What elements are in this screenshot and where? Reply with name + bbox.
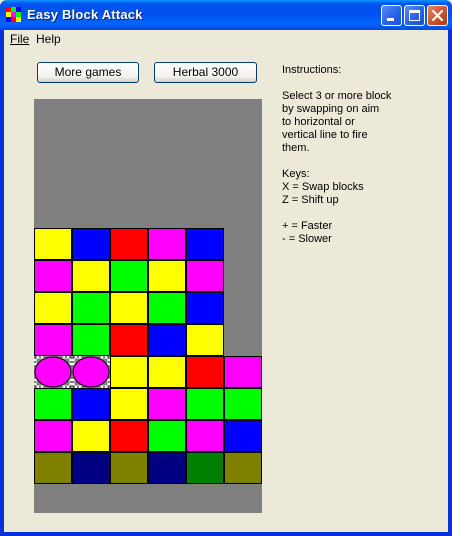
block[interactable] bbox=[148, 324, 186, 356]
block[interactable] bbox=[186, 356, 224, 388]
block[interactable] bbox=[186, 388, 224, 420]
menu-help[interactable]: Help bbox=[32, 32, 65, 47]
menu-help-label: Help bbox=[36, 32, 61, 46]
window-title: Easy Block Attack bbox=[27, 7, 143, 22]
app-icon bbox=[6, 7, 22, 23]
block[interactable] bbox=[224, 388, 262, 420]
block[interactable] bbox=[148, 356, 186, 388]
maximize-icon bbox=[409, 10, 420, 21]
block[interactable] bbox=[72, 420, 110, 452]
instructions-heading: Instructions: bbox=[282, 64, 342, 76]
block[interactable] bbox=[110, 388, 148, 420]
block[interactable] bbox=[34, 292, 72, 324]
minimize-icon bbox=[387, 18, 394, 21]
game-board[interactable] bbox=[33, 99, 262, 513]
herbal-3000-button[interactable]: Herbal 3000 bbox=[154, 62, 257, 83]
instructions-panel: Instructions: Select 3 or more block by … bbox=[282, 64, 442, 259]
maximize-button[interactable] bbox=[404, 5, 425, 26]
menu-file[interactable]: File bbox=[6, 32, 33, 47]
block[interactable] bbox=[34, 420, 72, 452]
block[interactable] bbox=[148, 260, 186, 292]
block[interactable] bbox=[72, 228, 110, 260]
application-window: Easy Block Attack File Help More games H… bbox=[0, 0, 452, 536]
close-icon bbox=[431, 9, 444, 22]
block[interactable] bbox=[186, 228, 224, 260]
incoming-block[interactable] bbox=[72, 452, 110, 484]
block[interactable] bbox=[186, 260, 224, 292]
incoming-block[interactable] bbox=[110, 452, 148, 484]
block[interactable] bbox=[34, 260, 72, 292]
minimize-button[interactable] bbox=[381, 5, 402, 26]
block[interactable] bbox=[186, 292, 224, 324]
menu-bar: File Help bbox=[4, 30, 448, 49]
incoming-block[interactable] bbox=[186, 452, 224, 484]
close-button[interactable] bbox=[427, 5, 448, 26]
swap-cursor-block[interactable] bbox=[71, 355, 111, 389]
more-games-button[interactable]: More games bbox=[37, 62, 139, 83]
block[interactable] bbox=[72, 292, 110, 324]
block[interactable] bbox=[110, 324, 148, 356]
block[interactable] bbox=[72, 260, 110, 292]
title-bar[interactable]: Easy Block Attack bbox=[0, 0, 452, 30]
swap-cursor-block[interactable] bbox=[33, 355, 73, 389]
block[interactable] bbox=[110, 228, 148, 260]
block[interactable] bbox=[34, 228, 72, 260]
block[interactable] bbox=[72, 324, 110, 356]
swap-cursor-icon bbox=[71, 355, 111, 389]
block[interactable] bbox=[148, 228, 186, 260]
swap-cursor-icon bbox=[33, 355, 73, 389]
block[interactable] bbox=[110, 292, 148, 324]
block[interactable] bbox=[110, 260, 148, 292]
block[interactable] bbox=[224, 356, 262, 388]
incoming-block[interactable] bbox=[148, 452, 186, 484]
block[interactable] bbox=[148, 388, 186, 420]
instructions-speed: + = Faster - = Slower bbox=[282, 220, 333, 245]
instructions-body: Select 3 or more block by swapping on ai… bbox=[282, 90, 392, 154]
block[interactable] bbox=[34, 388, 72, 420]
block[interactable] bbox=[186, 324, 224, 356]
client-area: File Help More games Herbal 3000 Instruc… bbox=[4, 30, 448, 532]
menu-file-label: File bbox=[10, 32, 30, 46]
block[interactable] bbox=[110, 420, 148, 452]
block[interactable] bbox=[148, 292, 186, 324]
block[interactable] bbox=[186, 420, 224, 452]
block[interactable] bbox=[224, 420, 262, 452]
incoming-block[interactable] bbox=[34, 452, 72, 484]
window-frame-bottom bbox=[0, 532, 452, 536]
block[interactable] bbox=[110, 356, 148, 388]
instructions-keys: Keys: X = Swap blocks Z = Shift up bbox=[282, 168, 364, 206]
block[interactable] bbox=[148, 420, 186, 452]
block[interactable] bbox=[34, 324, 72, 356]
block[interactable] bbox=[72, 388, 110, 420]
incoming-block[interactable] bbox=[224, 452, 262, 484]
